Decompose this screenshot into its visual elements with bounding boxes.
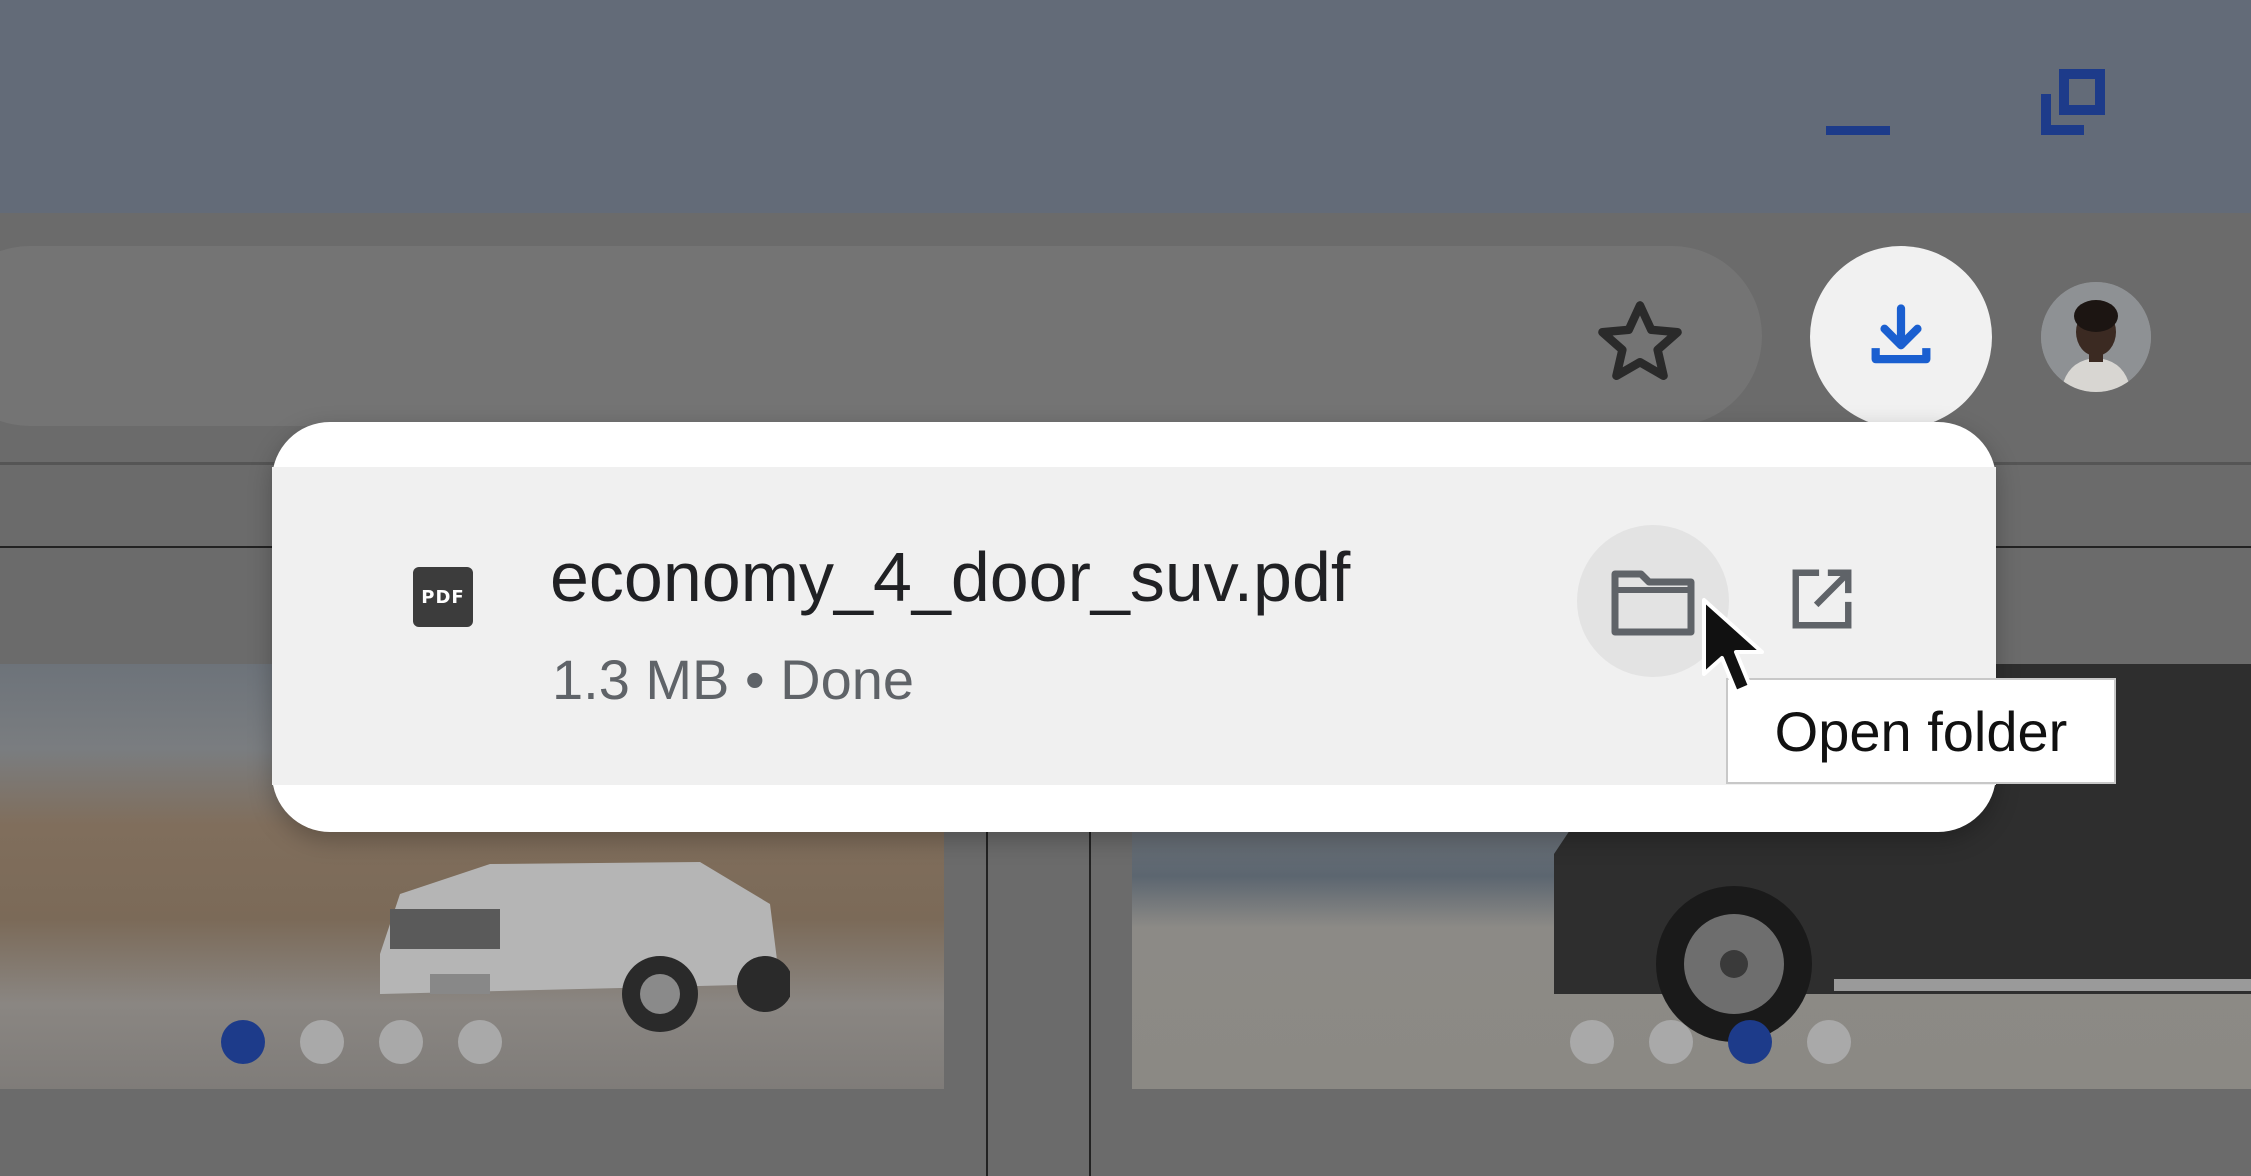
carousel-dot[interactable]	[379, 1020, 423, 1064]
download-icon	[1871, 304, 1931, 364]
carousel-dot[interactable]	[1807, 1020, 1851, 1064]
folder-icon	[1611, 570, 1695, 636]
download-status: 1.3 MB • Done	[552, 648, 915, 711]
open-file-button[interactable]	[1778, 555, 1866, 643]
profile-photo	[2041, 282, 2151, 392]
carousel-dot[interactable]	[1570, 1020, 1614, 1064]
avatar[interactable]	[2041, 282, 2151, 392]
open-external-icon	[1792, 569, 1852, 629]
carousel-dot[interactable]	[221, 1020, 265, 1064]
carousel-dots	[1570, 1020, 1851, 1064]
restore-icon[interactable]	[2040, 68, 2110, 138]
title-bar	[0, 0, 2251, 213]
carousel-dot[interactable]	[300, 1020, 344, 1064]
carousel-dots	[221, 1020, 502, 1064]
download-filename: economy_4_door_suv.pdf	[550, 538, 1351, 616]
address-bar[interactable]	[0, 246, 1762, 426]
download-button[interactable]	[1810, 246, 1992, 428]
pdf-file-icon: PDF	[413, 567, 473, 627]
carousel-dot[interactable]	[458, 1020, 502, 1064]
minimize-icon[interactable]	[1826, 126, 1890, 135]
star-outline-icon[interactable]	[1592, 295, 1688, 391]
mouse-pointer-icon	[1702, 598, 1764, 694]
file-type-label: PDF	[421, 586, 465, 608]
suv-white-image	[380, 862, 790, 1032]
tooltip: Open folder	[1726, 678, 2116, 784]
carousel-dot[interactable]	[1728, 1020, 1772, 1064]
carousel-dot[interactable]	[1649, 1020, 1693, 1064]
